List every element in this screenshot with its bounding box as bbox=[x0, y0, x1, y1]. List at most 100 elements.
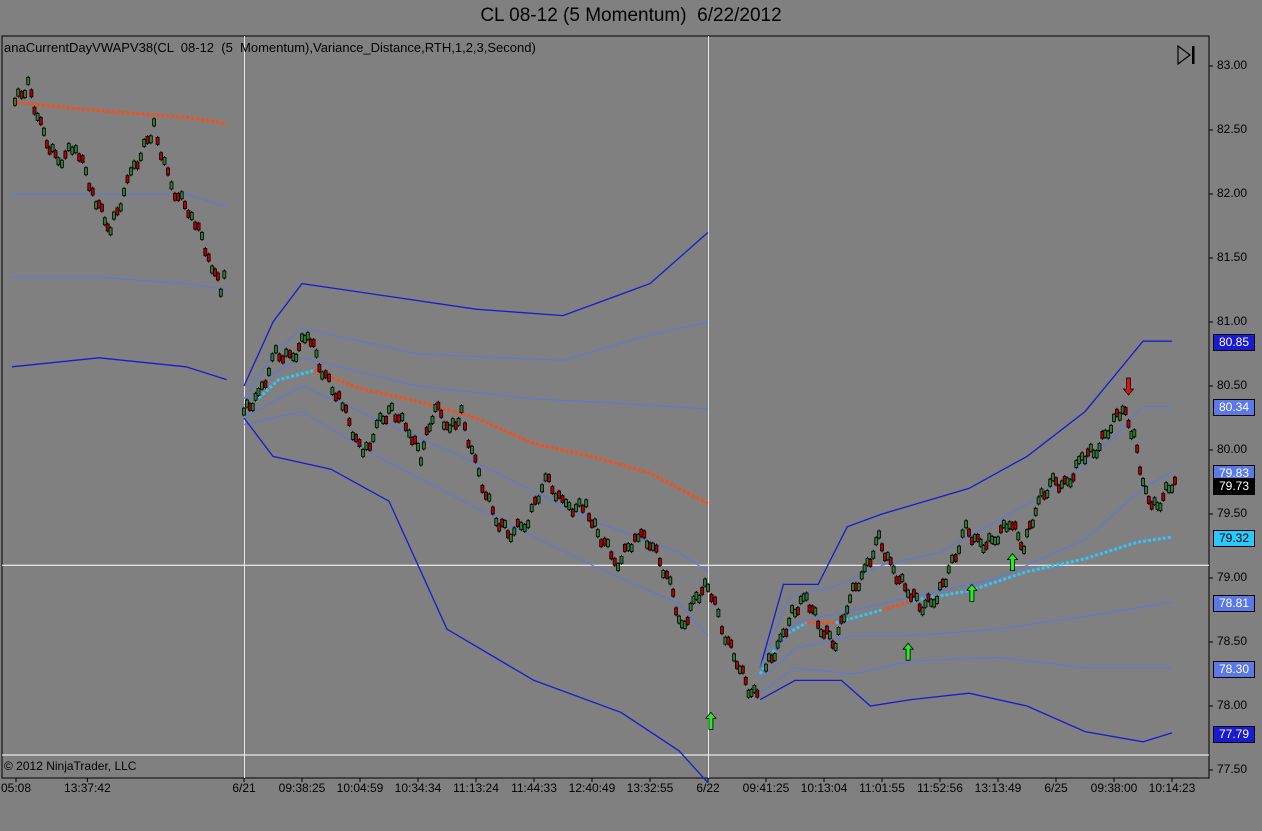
candle-body bbox=[430, 415, 435, 424]
candle-body bbox=[623, 544, 627, 552]
candle-body bbox=[176, 193, 181, 201]
candle-body bbox=[12, 97, 17, 106]
candle-body bbox=[1117, 412, 1122, 421]
candle-body bbox=[706, 583, 710, 592]
candle-body bbox=[371, 434, 376, 442]
candle-body bbox=[612, 557, 617, 566]
candle-body bbox=[80, 155, 85, 164]
candle-body bbox=[674, 607, 678, 616]
candle-body bbox=[108, 227, 113, 236]
candle-body bbox=[469, 445, 474, 454]
candle-body bbox=[403, 422, 408, 431]
candle-body bbox=[943, 579, 948, 587]
candle-body bbox=[169, 181, 174, 190]
band-s1_mid_inner bbox=[243, 357, 709, 410]
candle-body bbox=[357, 439, 362, 448]
candle-body bbox=[784, 628, 789, 637]
candle-body bbox=[1022, 545, 1026, 554]
candle-body bbox=[1097, 443, 1102, 451]
candle-body bbox=[964, 520, 968, 529]
y-tick-label: 79.00 bbox=[1217, 570, 1248, 584]
candle-body bbox=[743, 677, 748, 685]
candle-body bbox=[570, 508, 575, 517]
y-tick-label: 81.50 bbox=[1217, 250, 1248, 264]
candle-body bbox=[1170, 484, 1174, 493]
candle-body bbox=[38, 117, 43, 125]
candle-body bbox=[166, 167, 170, 176]
candle-body bbox=[536, 495, 541, 504]
price-badge-inner: 78.81 bbox=[1213, 595, 1255, 613]
candle-body bbox=[550, 486, 555, 494]
candle-body bbox=[77, 153, 82, 162]
skip-to-end-icon[interactable] bbox=[1175, 43, 1199, 67]
candle-body bbox=[629, 544, 634, 552]
band-s3_upper_outer bbox=[759, 340, 1172, 668]
candle-body bbox=[463, 422, 467, 431]
candle-body bbox=[53, 149, 58, 158]
price-chart[interactable] bbox=[0, 0, 1262, 831]
candle-body bbox=[900, 574, 905, 582]
x-tick-label: 10:34:34 bbox=[394, 781, 442, 795]
x-tick-label: 6/22 bbox=[696, 781, 720, 795]
candle-body bbox=[196, 222, 201, 231]
signal-arrow-up bbox=[705, 711, 717, 730]
candle-body bbox=[547, 474, 551, 483]
candle-body bbox=[427, 423, 432, 432]
chart-title: CL 08-12 (5 Momentum) 6/22/2012 bbox=[480, 5, 782, 26]
candle-body bbox=[606, 539, 610, 548]
candle-body bbox=[616, 563, 620, 571]
band-s0_lower bbox=[12, 276, 227, 291]
candle-body bbox=[347, 418, 352, 427]
candle-body bbox=[842, 614, 847, 623]
candle-body bbox=[132, 160, 137, 169]
candle-body bbox=[772, 653, 777, 661]
candle-body bbox=[90, 187, 95, 196]
candle-body bbox=[796, 607, 800, 615]
candle-body bbox=[439, 409, 444, 418]
y-tick-label: 82.50 bbox=[1217, 122, 1248, 136]
candle-body bbox=[172, 192, 177, 201]
candle-body bbox=[1135, 444, 1140, 453]
candle-body bbox=[519, 522, 524, 530]
candle-body bbox=[871, 550, 876, 559]
candle-body bbox=[732, 653, 736, 662]
candle-body bbox=[384, 416, 389, 425]
candle-body bbox=[880, 543, 884, 552]
price-badge-outer: 77.79 bbox=[1213, 725, 1255, 743]
candle-body bbox=[891, 565, 896, 574]
candle-body bbox=[436, 401, 441, 410]
candle-body bbox=[145, 135, 150, 144]
candle-body bbox=[242, 407, 246, 416]
candle-body bbox=[135, 161, 140, 170]
band-s3_upper_inner bbox=[759, 406, 1172, 668]
candle-body bbox=[1094, 450, 1099, 459]
x-tick-label: 09:41:25 bbox=[742, 781, 790, 795]
candle-body bbox=[671, 588, 676, 597]
candle-body bbox=[29, 89, 34, 98]
price-badge-inner: 78.30 bbox=[1213, 660, 1255, 678]
candle-body bbox=[602, 537, 607, 546]
candle-body bbox=[729, 639, 734, 648]
candle-body bbox=[515, 519, 520, 527]
candle-body bbox=[407, 429, 412, 438]
x-tick-label: 6/25 bbox=[1044, 781, 1068, 795]
candle-body bbox=[1016, 532, 1021, 541]
candle-body bbox=[63, 150, 68, 159]
candle-body bbox=[859, 571, 864, 580]
candle-body bbox=[218, 288, 223, 297]
candle-body bbox=[323, 370, 328, 379]
candle-body bbox=[1054, 477, 1058, 486]
band-s1_upper_outer bbox=[243, 231, 709, 387]
candle-body bbox=[273, 345, 278, 354]
candle-body bbox=[862, 564, 867, 573]
candle-body bbox=[416, 443, 420, 452]
candle-body bbox=[845, 605, 850, 614]
candle-body bbox=[984, 541, 989, 550]
candle-body bbox=[593, 518, 597, 527]
candle-body bbox=[836, 627, 841, 635]
candle-body bbox=[459, 405, 464, 414]
candle-body bbox=[152, 118, 157, 127]
candle-body bbox=[716, 609, 721, 617]
price-badge-inner: 80.34 bbox=[1213, 399, 1255, 417]
band-s3_low_inner2 bbox=[759, 656, 1172, 694]
